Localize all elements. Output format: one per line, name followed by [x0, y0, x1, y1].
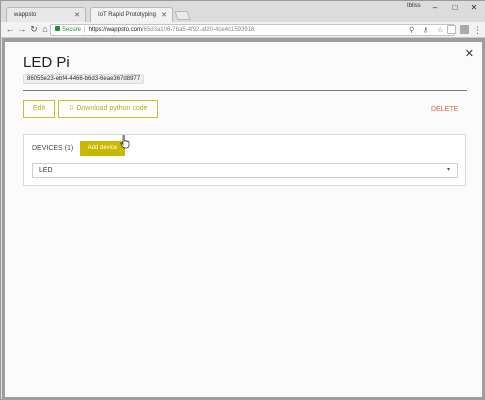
- search-icon[interactable]: ⚲: [409, 26, 414, 35]
- download-icon: ⇩: [68, 105, 75, 112]
- edit-button[interactable]: Edit: [23, 100, 55, 118]
- page-viewport: ✕ LED Pi 86055e23-ebf4-4466-b6d3-6eae367…: [2, 38, 485, 400]
- key-icon[interactable]: ⚷: [423, 26, 428, 35]
- add-device-button[interactable]: Add device: [80, 141, 125, 156]
- device-dropdown-value: LED: [39, 167, 53, 174]
- tab-close-icon[interactable]: ✕: [161, 11, 167, 19]
- app-modal: ✕ LED Pi 86055e23-ebf4-4466-b6d3-6eae367…: [5, 42, 482, 397]
- profile-name[interactable]: Ibliss: [407, 3, 421, 9]
- tab-label: wappsto: [14, 12, 37, 18]
- download-python-button[interactable]: ⇩ Download python code: [58, 100, 158, 118]
- chevron-down-icon: ▾: [446, 167, 450, 173]
- extension-icon[interactable]: [460, 25, 469, 34]
- url-host: https://wappsto.com: [88, 27, 142, 33]
- tab-iot-rapid-prototyping[interactable]: IoT Rapid Prototyping ✕: [90, 7, 173, 22]
- menu-icon[interactable]: ⋮: [473, 24, 482, 36]
- devices-heading: DEVICES (1): [32, 145, 74, 152]
- app-uuid: 86055e23-ebf4-4466-b6d3-6eae367d8977: [23, 74, 145, 84]
- security-label: Secure: [62, 27, 82, 33]
- browser-window: wappsto ✕ IoT Rapid Prototyping ✕ Ibliss…: [0, 0, 485, 400]
- browser-toolbar: ← → ↻ ⌂ Secure | https://wappsto.com/65d3a…: [1, 22, 485, 38]
- hand-cursor-icon: [120, 135, 130, 149]
- device-dropdown[interactable]: LED ▾: [32, 163, 458, 178]
- divider: [23, 90, 467, 91]
- address-bar[interactable]: Secure | https://wappsto.com/65d3a106-7ba5…: [50, 24, 455, 36]
- tab-wappsto[interactable]: wappsto ✕: [6, 7, 86, 22]
- new-tab-button[interactable]: [174, 11, 191, 20]
- star-icon[interactable]: ☆: [437, 26, 443, 35]
- page-title: LED Pi: [23, 54, 70, 71]
- title-bar: wappsto ✕ IoT Rapid Prototyping ✕ Ibliss…: [1, 1, 485, 22]
- close-window-button[interactable]: ✕: [468, 3, 480, 12]
- tab-label: IoT Rapid Prototyping: [98, 12, 156, 18]
- back-icon[interactable]: ←: [4, 23, 16, 36]
- tab-close-icon[interactable]: ✕: [74, 11, 80, 19]
- delete-button[interactable]: DELETE: [431, 106, 458, 113]
- forward-icon[interactable]: →: [16, 23, 28, 36]
- devices-panel: DEVICES (1) Add device LED ▾: [23, 134, 466, 186]
- minimize-button[interactable]: –: [429, 3, 441, 12]
- close-icon[interactable]: ✕: [465, 47, 474, 60]
- download-label: Download python code: [76, 105, 148, 112]
- url-path: /65d3a106-7ba5-4f92-af20-4ce4c1593918: [141, 27, 255, 33]
- lock-icon: [55, 25, 60, 31]
- extension-icon[interactable]: [447, 25, 456, 34]
- maximize-button[interactable]: □: [449, 3, 461, 12]
